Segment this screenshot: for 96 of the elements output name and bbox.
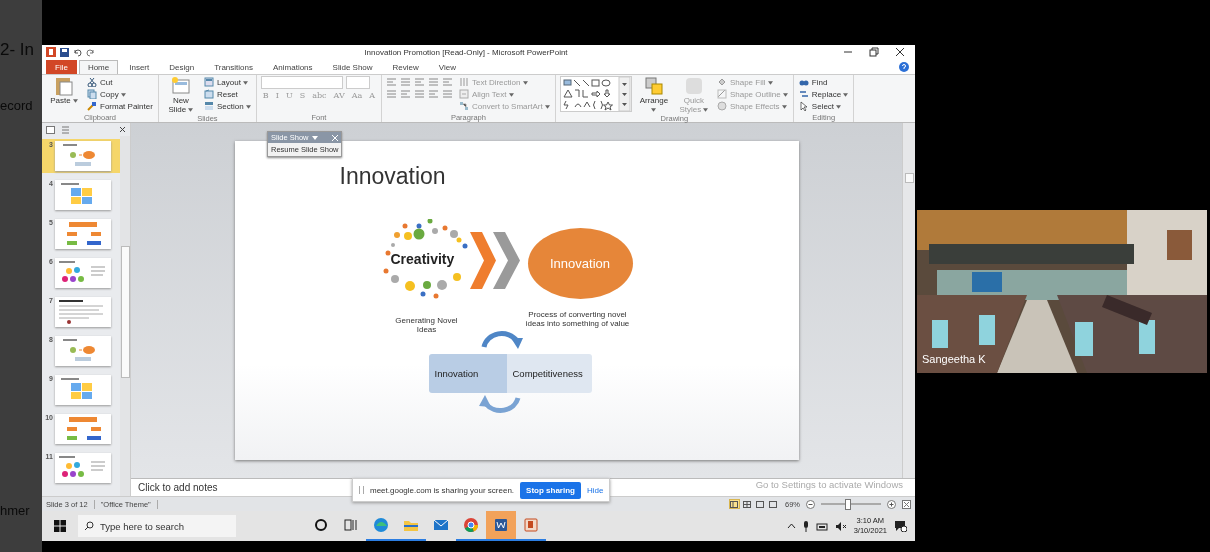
view-button[interactable] — [729, 499, 740, 509]
cycle-item: Competitiveness — [506, 354, 592, 393]
caret-icon — [781, 104, 787, 109]
layout-icon — [203, 77, 214, 87]
caret-icon — [703, 108, 709, 112]
caret-icon — [836, 104, 842, 109]
ribbon-tab[interactable]: Insert — [120, 60, 159, 74]
caret-icon — [120, 92, 126, 97]
ribbon-tab[interactable]: View — [429, 60, 466, 74]
scrollbar[interactable] — [902, 123, 915, 479]
share-message: meet.google.com is sharing your screen. — [370, 485, 515, 495]
ribbon-button[interactable]: Paste — [46, 76, 82, 105]
replace-icon — [798, 89, 809, 99]
chevron-up-icon[interactable] — [786, 523, 796, 529]
diagram-ellipse: Innovation — [527, 228, 633, 299]
ribbon-tab[interactable]: Transitions — [205, 60, 262, 74]
caret-icon — [782, 92, 788, 97]
cursor-icon — [798, 101, 809, 111]
notes-prompt[interactable]: Click to add notes — [138, 482, 218, 493]
caret-icon — [188, 108, 194, 112]
font-name-field[interactable] — [260, 76, 343, 89]
undo-icon[interactable] — [73, 47, 82, 57]
caret-icon — [522, 80, 528, 85]
scroll-thumb[interactable] — [120, 246, 130, 378]
slider-thumb[interactable] — [845, 498, 851, 510]
copy-icon — [87, 89, 97, 99]
ribbon-button[interactable]: Format Painter — [86, 100, 154, 112]
ribbon-button[interactable]: Find — [797, 76, 850, 88]
effects-icon — [716, 101, 727, 111]
view-button[interactable] — [742, 499, 753, 509]
font-size-field[interactable] — [345, 76, 370, 89]
redo-icon[interactable] — [86, 47, 95, 57]
stop-sharing-button[interactable]: Stop sharing — [520, 481, 581, 499]
caret-icon — [544, 104, 550, 109]
save-icon[interactable] — [60, 47, 69, 57]
smartart-icon — [459, 101, 469, 111]
view-button[interactable] — [768, 499, 779, 509]
section-icon — [203, 101, 214, 111]
slide-title: Innovation — [339, 163, 446, 190]
ribbon-tab[interactable]: Design — [160, 60, 204, 74]
close-icon[interactable] — [119, 126, 126, 133]
hide-link[interactable]: Hide — [586, 485, 604, 495]
brush-icon — [87, 101, 97, 111]
zoom-in-icon[interactable] — [887, 499, 896, 509]
outline-icon — [716, 89, 727, 99]
caret-icon — [767, 80, 773, 85]
ribbon-tab[interactable]: File — [46, 60, 77, 74]
windows-logo-icon[interactable] — [54, 520, 66, 532]
diagram-caption: Generating Novel Ideas — [394, 316, 459, 334]
ribbon-button[interactable]: Copy — [86, 88, 154, 100]
shapes-gallery[interactable] — [559, 76, 632, 112]
slides-tab-icon[interactable] — [46, 125, 55, 134]
cycle-item: Innovation — [428, 354, 507, 393]
document-icon[interactable] — [486, 511, 516, 541]
ribbon-button[interactable]: Layout — [202, 76, 252, 88]
scissors-icon — [87, 77, 97, 87]
text-direction-icon — [459, 77, 469, 87]
zoom-out-icon[interactable] — [806, 499, 815, 509]
chevron-arrows — [469, 232, 521, 289]
align-text-icon — [459, 89, 469, 99]
ribbon-tab[interactable]: Animations — [264, 60, 322, 74]
ribbon-button[interactable]: Section — [202, 100, 252, 112]
ribbon-button[interactable]: Reset — [202, 88, 252, 100]
window-title: Innovation Promotion [Read-Only] - Microsoft PowerPoint — [363, 47, 569, 57]
fit-icon[interactable] — [902, 499, 911, 509]
caret-icon — [651, 108, 657, 112]
diagram-caption: Process of converting novel ideas into something of value — [524, 310, 631, 328]
scroll-thumb[interactable] — [904, 173, 914, 183]
ribbon-button[interactable]: Select — [797, 100, 850, 112]
styles-icon — [683, 76, 704, 96]
activation-notice: Go to Settings to activate Windows — [755, 479, 903, 490]
ribbon-button[interactable]: Replace — [797, 88, 850, 100]
ribbon-tab[interactable]: Home — [78, 60, 119, 74]
speaker-icon[interactable] — [834, 521, 847, 531]
ribbon-tab[interactable]: Review — [383, 60, 428, 74]
ribbon-tab[interactable]: Slide Show — [323, 60, 382, 74]
scrollbar[interactable] — [120, 136, 130, 496]
caret-icon — [72, 99, 78, 103]
view-button[interactable] — [755, 499, 766, 509]
participant-name: Sangeetha K — [922, 353, 986, 365]
ribbon-button[interactable]: Arrange — [635, 76, 672, 114]
ribbon-button[interactable]: Cut — [86, 76, 154, 88]
ribbon-button[interactable]: New Slide — [162, 76, 199, 114]
caret-icon — [245, 104, 251, 109]
caret-icon — [243, 80, 249, 85]
notification-icon[interactable] — [894, 520, 907, 532]
network-icon[interactable] — [815, 521, 828, 531]
fill-icon — [716, 77, 727, 87]
diagram-label: Creativity — [390, 251, 455, 267]
help-icon[interactable] — [899, 61, 909, 72]
caret-icon — [508, 92, 514, 97]
reset-icon — [203, 89, 214, 99]
search-icon — [84, 521, 94, 531]
caret-icon — [843, 92, 849, 97]
microphone-icon[interactable] — [802, 520, 809, 532]
search-field[interactable]: Type here to search — [78, 515, 236, 537]
